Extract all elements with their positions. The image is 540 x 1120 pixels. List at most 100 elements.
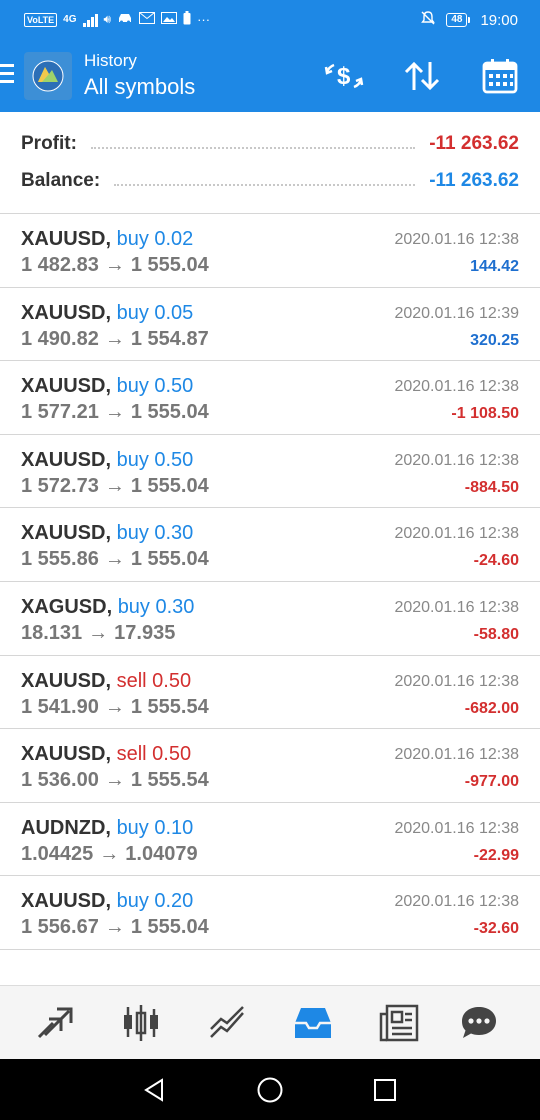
trade-prices: 1 555.86 → 1 555.04 [21,548,209,571]
trade-prices: 18.131 → 17.935 [21,622,175,645]
dollar-exchange-icon[interactable]: $ [324,56,364,96]
trade-profit: 320.25 [470,331,519,349]
arrow-right-icon: → [104,916,125,939]
trade-profit: -32.60 [473,920,519,938]
home-icon[interactable] [255,1075,285,1105]
trade-symbol: XAUUSD, buy 0.50 [21,449,193,472]
symbol-name: XAUUSD, [21,522,112,545]
trade-row[interactable]: XAUUSD, sell 0.50 1 536.00 → 1 555.54 2020.0… [0,729,540,803]
trade-time: 2020.01.16 12:38 [394,746,519,764]
trade-prices: 1 556.67 → 1 555.04 [21,916,209,939]
arrow-right-icon: → [104,769,125,792]
trade-prices: 1 536.00 → 1 555.54 [21,769,209,792]
trade-symbol: XAUUSD, buy 0.50 [21,375,193,398]
open-price: 1 577.21 [21,401,99,424]
app-logo[interactable] [24,52,72,100]
trade-row[interactable]: XAUUSD, sell 0.50 1 541.90 → 1 555.54 2020.0… [0,656,540,730]
dotted-leader [114,184,416,186]
close-price: 1 555.04 [130,474,209,497]
close-price: 1.04079 [125,842,198,865]
arrow-right-icon: → [104,254,125,276]
trade-row[interactable]: XAUUSD, buy 0.50 1 572.73 → 1 555.04 2020.01… [0,435,540,509]
trade-row[interactable]: XAUUSD, buy 0.05 1 490.82 → 1 554.87 2020.01… [0,288,540,362]
trade-symbol: XAUUSD, sell 0.50 [21,670,191,693]
system-nav-bar [0,1059,540,1120]
calendar-icon[interactable] [480,56,520,96]
arrow-right-icon: → [104,695,125,718]
trade-side: buy 0.50 [116,375,194,398]
trade-prices: 1 541.90 → 1 555.54 [21,696,209,719]
history-icon[interactable] [285,998,341,1048]
trade-profit: -24.60 [473,552,519,570]
balance-row: Balance: -11 263.62 [21,166,519,196]
trade-side: buy 0.30 [116,522,194,545]
status-bar: VoLTE 4G 🔊︎ ··· 48 19:00 [0,0,540,40]
trade-side: sell 0.50 [116,743,192,766]
trade-row[interactable]: XAGUSD, buy 0.30 18.131 → 17.935 2020.01.16 … [0,582,540,656]
trade-time: 2020.01.16 12:38 [394,672,519,690]
arrow-right-icon: → [104,474,125,497]
trade-profit: -682.00 [464,699,519,717]
quotes-icon[interactable] [27,998,83,1048]
symbol-name: XAUUSD, [21,890,112,913]
trade-profit: 144.42 [470,258,519,275]
symbol-name: XAUUSD, [21,301,112,324]
trade-side: buy 0.30 [117,595,195,618]
trade-profit: -977.00 [464,773,519,791]
news-icon[interactable] [371,998,427,1048]
trade-symbol: XAGUSD, buy 0.30 [21,596,194,619]
close-price: 1 555.54 [130,695,209,718]
close-price: 1 555.54 [130,769,209,792]
trade-time: 2020.01.16 12:38 [394,231,519,248]
trade-list: XAUUSD, buy 0.02 1 482.83 → 1 555.04 2020.01… [0,214,540,950]
symbol-name: XAUUSD, [21,669,112,692]
symbol-name: XAUUSD, [21,448,112,471]
trade-row[interactable]: XAUUSD, buy 0.02 1 482.83 → 1 555.04 2020.01… [0,214,540,288]
trade-row[interactable]: AUDNZD, buy 0.10 1.04425 → 1.04079 2020.01.1… [0,803,540,877]
symbol-name: AUDNZD, [21,816,111,839]
trade-time: 2020.01.16 12:38 [394,525,519,543]
symbol-filter[interactable]: All symbols [84,72,195,102]
trade-time: 2020.01.16 12:38 [394,451,519,469]
chart-icon[interactable] [113,998,169,1048]
open-price: 1.04425 [21,842,94,865]
profit-row: Profit: -11 263.62 [21,129,519,159]
chat-icon[interactable] [451,998,507,1048]
battery-saver-icon [183,11,191,28]
trade-symbol: XAUUSD, buy 0.20 [21,890,193,913]
close-price: 17.935 [114,621,176,644]
close-price: 1 554.87 [130,327,209,350]
trade-prices: 1 482.83 → 1 555.04 [21,254,209,277]
clock: 19:00 [480,11,518,29]
trade-side: sell 0.50 [116,669,192,692]
trade-side: buy 0.05 [116,301,194,324]
profit-value: -11 263.62 [429,133,519,154]
dotted-leader [90,147,416,149]
mute-icon [420,10,436,30]
trade-row[interactable]: XAUUSD, buy 0.50 1 577.21 → 1 555.04 2020.01… [0,361,540,435]
close-price: 1 555.04 [130,548,209,571]
bottom-nav [0,985,540,1059]
recents-icon[interactable] [370,1075,400,1105]
trade-symbol: AUDNZD, buy 0.10 [21,817,193,840]
trade-row[interactable]: XAUUSD, buy 0.30 1 555.86 → 1 555.04 2020.01… [0,508,540,582]
menu-icon[interactable] [0,64,16,88]
trade-time: 2020.01.16 12:38 [394,378,519,396]
balance-value: -11 263.62 [429,170,519,191]
volte-indicator: VoLTE [24,12,58,27]
sort-icon[interactable] [402,56,442,96]
trade-symbol: XAUUSD, sell 0.50 [21,743,191,766]
trade-icon[interactable] [199,998,255,1048]
back-icon[interactable] [140,1075,170,1105]
trade-row[interactable]: XAUUSD, buy 0.20 1 556.67 → 1 555.04 2020.01… [0,876,540,950]
trade-prices: 1 490.82 → 1 554.87 [21,328,209,351]
image-icon [161,12,178,27]
arrow-right-icon: → [104,548,125,571]
battery-level: 48 [446,13,468,27]
open-price: 1 572.73 [21,474,99,497]
app-bar: History All symbols $ [0,40,540,112]
trade-prices: 1.04425 → 1.04079 [21,843,198,866]
network-type: 4G [63,14,77,25]
open-price: 1 555.86 [21,548,99,571]
more-icon: ··· [197,12,211,27]
